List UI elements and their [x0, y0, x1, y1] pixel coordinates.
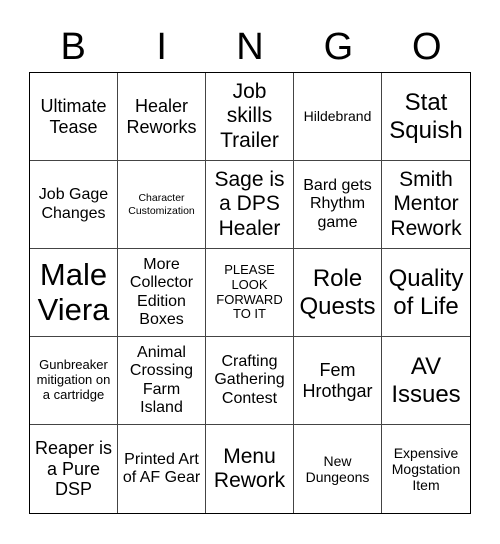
bingo-cell-r2c4[interactable]: Bard gets Rhythm game [294, 161, 382, 249]
bingo-cell-r3c1[interactable]: Male Viera [30, 249, 118, 337]
bingo-cell-r1c1[interactable]: Ultimate Tease [30, 73, 118, 161]
bingo-cell-r3c5[interactable]: Quality of Life [382, 249, 470, 337]
bingo-cell-r4c5[interactable]: AV Issues [382, 337, 470, 425]
header-letter-g: G [323, 26, 354, 68]
header-letter-n: N [236, 26, 264, 68]
bingo-cell-r4c1[interactable]: Gunbreaker mitigation on a cartridge [30, 337, 118, 425]
bingo-cell-r5c3[interactable]: Menu Rework [206, 425, 294, 513]
bingo-cell-r2c5[interactable]: Smith Mentor Rework [382, 161, 470, 249]
bingo-cell-r1c5[interactable]: Stat Squish [382, 73, 470, 161]
bingo-cell-r4c2[interactable]: Animal Crossing Farm Island [118, 337, 206, 425]
bingo-header: B I N G O [29, 22, 471, 72]
header-letter-o: O [412, 26, 442, 68]
bingo-cell-r5c5[interactable]: Expensive Mogstation Item [382, 425, 470, 513]
header-letter-b: B [60, 26, 86, 68]
bingo-cell-r1c3[interactable]: Job skills Trailer [206, 73, 294, 161]
bingo-cell-r2c1[interactable]: Job Gage Changes [30, 161, 118, 249]
header-letter-i: I [156, 26, 167, 68]
bingo-cell-r4c4[interactable]: Fem Hrothgar [294, 337, 382, 425]
bingo-cell-r5c4[interactable]: New Dungeons [294, 425, 382, 513]
bingo-cell-r2c2[interactable]: Character Customization [118, 161, 206, 249]
bingo-cell-r3c4[interactable]: Role Quests [294, 249, 382, 337]
bingo-cell-r1c4[interactable]: Hildebrand [294, 73, 382, 161]
bingo-cell-r3c3[interactable]: PLEASE LOOK FORWARD TO IT [206, 249, 294, 337]
bingo-cell-r5c1[interactable]: Reaper is a Pure DSP [30, 425, 118, 513]
bingo-cell-r1c2[interactable]: Healer Reworks [118, 73, 206, 161]
bingo-cell-r3c2[interactable]: More Collector Edition Boxes [118, 249, 206, 337]
bingo-cell-r4c3[interactable]: Crafting Gathering Contest [206, 337, 294, 425]
bingo-grid: Ultimate Tease Healer Reworks Job skills… [29, 72, 471, 514]
bingo-cell-r2c3[interactable]: Sage is a DPS Healer [206, 161, 294, 249]
bingo-cell-r5c2[interactable]: Printed Art of AF Gear [118, 425, 206, 513]
